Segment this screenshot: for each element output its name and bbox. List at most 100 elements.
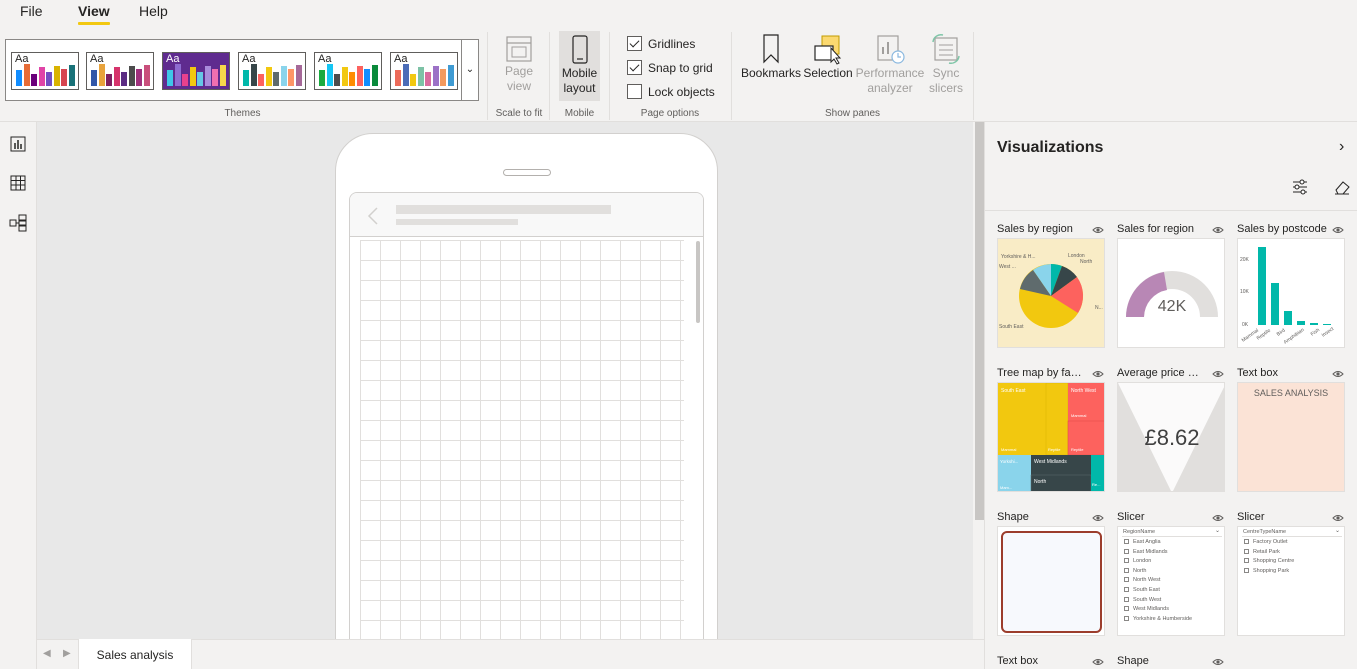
format-settings-icon[interactable] [1291,178,1309,196]
bookmarks-button[interactable]: Bookmarks [740,32,802,81]
group-label-show-panes: Show panes [824,108,881,119]
bookmarks-label: Bookmarks [740,66,802,80]
slicer-item[interactable]: South West [1124,597,1161,603]
mobile-scrollbar[interactable] [696,241,700,323]
gridlines-check-box[interactable] [627,36,642,51]
slicer-checkbox[interactable] [1244,548,1249,554]
theme-swatch[interactable]: Aa [390,52,458,90]
eye-icon[interactable] [1092,370,1104,378]
mobile-grid[interactable] [360,240,684,639]
slicer-checkbox[interactable] [1124,548,1129,554]
mobile-screen[interactable] [349,192,704,639]
canvas-vertical-scrollbar[interactable] [975,122,984,520]
model-view-icon[interactable] [9,214,27,232]
group-label-scale: Scale to fit [495,108,543,119]
bar [1310,323,1318,325]
header-placeholder-bar [396,205,611,214]
selection-label: Selection [803,66,853,80]
thumbnail-sales-by-postcode[interactable]: 20K 10K 0K Mammal Reptile Bird Amphibian… [1237,238,1345,348]
slicer-item[interactable]: Shopping Centre [1244,558,1294,564]
theme-swatch[interactable]: Aa [11,52,79,90]
eye-icon[interactable] [1332,226,1344,234]
theme-swatch[interactable]: Aa [86,52,154,90]
eye-icon[interactable] [1212,514,1224,522]
slicer-item[interactable]: Retail Park [1244,549,1280,555]
eye-icon[interactable] [1332,514,1344,522]
slicer-checkbox[interactable] [1124,539,1129,545]
selection-button[interactable]: Selection [802,32,854,81]
tile-label: Mam... [1000,485,1012,490]
slicer-item[interactable]: North [1124,568,1146,574]
slicer-item[interactable]: Yorkshire & Humberside [1124,616,1192,622]
thumbnail-sales-for-region[interactable]: 42K [1117,238,1225,348]
thumbnail-tree-map[interactable]: South East North West Mammal Mammal Rept… [997,382,1105,492]
eye-icon[interactable] [1092,658,1104,666]
theme-color-bar [402,64,409,86]
eye-icon[interactable] [1092,514,1104,522]
slicer-item[interactable]: South East [1124,587,1160,593]
slicer-checkbox[interactable] [1124,606,1129,612]
slicer-item[interactable]: Shopping Park [1244,568,1289,574]
menu-file[interactable]: File [20,3,43,19]
group-label-mobile: Mobile [564,108,595,119]
report-view-icon[interactable] [9,135,27,153]
card-title: Sales by region [997,223,1073,235]
slicer-checkbox[interactable] [1244,567,1249,573]
eye-icon[interactable] [1212,370,1224,378]
eye-icon[interactable] [1212,658,1224,666]
theme-swatch[interactable]: Aa [238,52,306,90]
page-view-button[interactable]: Page view [497,34,541,94]
menu-help[interactable]: Help [139,3,168,19]
page-tab-bar: ◀ ▶ Sales analysis [37,639,984,669]
thumbnail-sales-by-region[interactable]: Yorkshire & H... London North West ... N… [997,238,1105,348]
slicer-item[interactable]: East Anglia [1124,539,1161,545]
eye-icon[interactable] [1212,226,1224,234]
theme-swatch[interactable]: Aa [162,52,230,90]
slicer-item[interactable]: East Midlands [1124,549,1168,555]
mobile-layout-button[interactable]: Mobile layout [559,31,600,101]
eye-icon[interactable] [1092,226,1104,234]
slicer-checkbox[interactable] [1124,615,1129,621]
kpi-value: £8.62 [1144,425,1199,450]
tile-label: South East [1001,388,1026,394]
tab-sales-analysis[interactable]: Sales analysis [78,639,192,669]
snap-check-box[interactable] [627,60,642,75]
performance-analyzer-button[interactable]: Performance analyzer [854,32,926,96]
slicer-item[interactable]: West Midlands [1124,606,1169,612]
slicer-checkbox[interactable] [1124,596,1129,602]
sync-slicers-button[interactable]: Sync slicers [926,32,966,96]
menu-view[interactable]: View [78,3,110,25]
sync-slicers-icon [932,33,960,65]
data-view-table-icon[interactable] [9,174,27,192]
slicer-item-label: East Anglia [1133,539,1161,545]
thumbnail-text-box[interactable]: SALES ANALYSIS [1237,382,1345,492]
slicer-checkbox[interactable] [1124,558,1129,564]
tab-next-icon[interactable]: ▶ [63,648,71,659]
eye-icon[interactable] [1332,370,1344,378]
thumbnail-average-price-kpi[interactable]: £8.62 [1117,382,1225,492]
themes-more-button[interactable]: ⌄ [461,39,479,101]
tab-prev-icon[interactable]: ◀ [43,648,51,659]
thumbnail-slicer-centre-type[interactable]: CentreTypeName ⌄ Factory Outlet Retail Pa… [1237,526,1345,636]
pie-label: West ... [999,264,1016,270]
theme-swatch[interactable]: Aa [314,52,382,90]
performance-analyzer-icon [877,35,905,64]
theme-color-bar [319,70,325,86]
slicer-checkbox[interactable] [1124,577,1129,583]
slicer-item[interactable]: North West [1124,577,1160,583]
slicer-checkbox[interactable] [1124,587,1129,593]
theme-color-bar [280,66,287,86]
report-canvas[interactable] [37,122,973,639]
chevron-right-icon[interactable]: › [1339,138,1344,156]
thumbnail-shape[interactable] [997,526,1105,636]
slicer-checkbox[interactable] [1124,567,1129,573]
slicer-checkbox[interactable] [1244,539,1249,545]
tile-label: Mammal [1071,413,1086,418]
slicer-checkbox[interactable] [1244,558,1249,564]
slicer-item[interactable]: Factory Outlet [1244,539,1288,545]
thumbnail-slicer-region[interactable]: RegionName ⌄ East Anglia East Midlands Lon… [1117,526,1225,636]
lock-check-box[interactable] [627,84,642,99]
slicer-item[interactable]: London [1124,558,1151,564]
eraser-icon[interactable] [1333,178,1351,196]
theme-color-bar [341,67,348,86]
